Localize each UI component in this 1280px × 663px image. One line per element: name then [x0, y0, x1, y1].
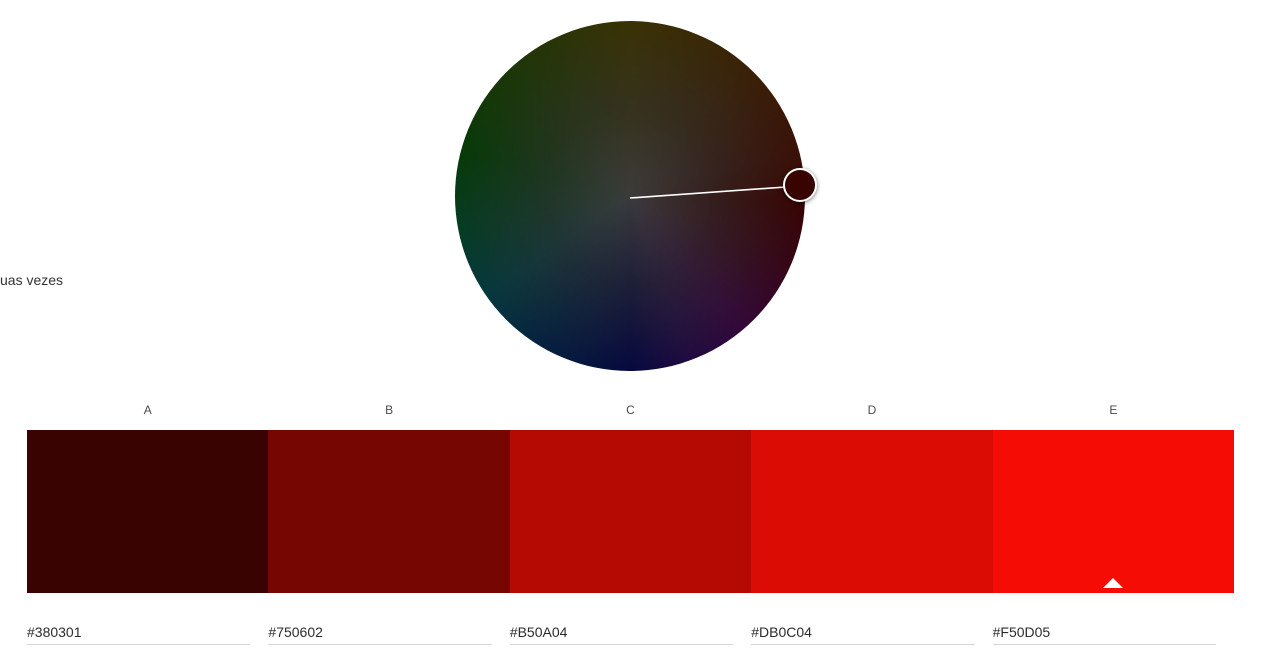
- hex-cell-d: [751, 624, 992, 652]
- hex-input-e[interactable]: [992, 624, 1217, 645]
- hex-cell-e: [992, 624, 1234, 652]
- swatch-letter-e: E: [1109, 403, 1118, 417]
- hex-input-a[interactable]: [27, 624, 251, 645]
- color-swatches: [27, 430, 1235, 593]
- hex-input-c[interactable]: [509, 624, 734, 645]
- swatch-letter-c: C: [626, 403, 635, 417]
- swatch-letter-row: A B C D E: [27, 403, 1234, 419]
- color-handle[interactable]: [783, 168, 817, 202]
- hex-input-d[interactable]: [751, 624, 975, 645]
- swatch-b[interactable]: [268, 430, 510, 593]
- color-wheel-page: uas vezes A B C D E: [0, 0, 1280, 663]
- swatch-e[interactable]: [992, 430, 1235, 593]
- swatch-letter-b: B: [385, 403, 394, 417]
- hex-value-row: [27, 624, 1234, 652]
- swatch-a[interactable]: [27, 430, 269, 593]
- hex-cell-a: [27, 624, 268, 652]
- hex-input-b[interactable]: [268, 624, 492, 645]
- hex-cell-c: [509, 624, 751, 652]
- color-wheel-disc[interactable]: [455, 21, 805, 371]
- base-color-marker-icon: [1103, 578, 1124, 588]
- hex-cell-b: [268, 624, 509, 652]
- swatch-letter-d: D: [867, 403, 877, 417]
- color-wheel[interactable]: [455, 21, 817, 371]
- swatch-letter-a: A: [143, 403, 152, 417]
- hint-text: uas vezes: [0, 272, 64, 288]
- swatch-d[interactable]: [751, 430, 993, 593]
- swatch-c[interactable]: [509, 430, 752, 593]
